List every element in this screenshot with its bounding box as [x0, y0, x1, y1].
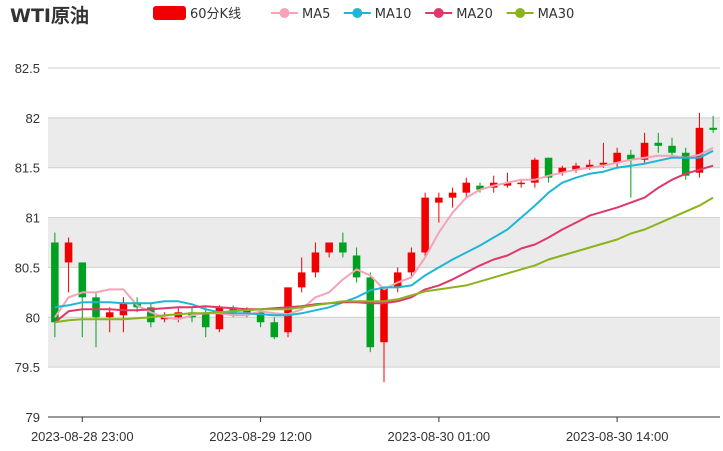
legend-label: MA10 [375, 7, 412, 22]
x-axis: 2023-08-28 23:00 2023-08-29 12:00 2023-08-… [31, 416, 720, 444]
candle-body [668, 145, 676, 153]
legend-item[interactable]: 60分K线 [153, 6, 241, 22]
candle-body [435, 197, 443, 203]
y-tick-label: 82 [26, 111, 40, 126]
x-tick-label: 2023-08-30 14:00 [566, 429, 669, 444]
candle-body [421, 197, 429, 253]
candle-body [393, 272, 402, 288]
chart-title: WTI原油 [10, 5, 89, 27]
legend-item[interactable]: MA10 [343, 7, 412, 22]
x-tick-label: 2023-08-30 01:00 [388, 429, 491, 444]
legend-swatch-dot [352, 8, 363, 18]
legend-swatch-dot [515, 8, 526, 18]
candle-body [407, 252, 416, 273]
candle-body [517, 182, 525, 185]
candle [421, 192, 429, 258]
candle-body [352, 255, 361, 278]
y-tick-label: 79 [26, 410, 40, 425]
legend-swatch-dot [433, 8, 444, 18]
candle-body [64, 242, 73, 263]
candle-body [92, 297, 100, 318]
candlestick-chart: 79 79.5 80 80.5 81 81.5 82 82.5 2023-08-28 23:0… [10, 5, 720, 444]
candle-body [709, 127, 717, 130]
candle [366, 272, 375, 353]
grid-band [48, 167, 720, 218]
candle-body [297, 272, 306, 288]
candle-body [380, 287, 388, 343]
grid-band [48, 217, 720, 268]
legend-label: 60分K线 [190, 7, 241, 22]
y-axis: 79 79.5 80 80.5 81 81.5 82 82.5 [15, 61, 40, 425]
legend[interactable]: 60分K线 MA5 MA10 MA20 MA30 [153, 6, 574, 22]
candle-body [339, 242, 347, 253]
candle-body [270, 322, 279, 338]
legend-label: MA5 [302, 7, 330, 22]
candle-body [448, 192, 457, 198]
candle-body [105, 312, 114, 318]
candle-body [51, 242, 59, 323]
legend-item[interactable]: MA20 [425, 7, 493, 22]
legend-item[interactable]: MA5 [271, 7, 330, 22]
candle [215, 305, 224, 333]
y-tick-label: 79.5 [15, 360, 40, 375]
legend-label: MA20 [456, 7, 493, 22]
candle-body [325, 242, 333, 253]
legend-item[interactable]: MA30 [506, 7, 575, 22]
legend-label: MA30 [538, 7, 575, 22]
grid-band [48, 68, 720, 118]
candle-body [654, 142, 663, 146]
x-tick-label: 2023-08-28 23:00 [31, 429, 134, 444]
candle-body [462, 182, 471, 193]
y-tick-label: 80.5 [15, 260, 40, 275]
candle-body [695, 127, 704, 173]
y-tick-label: 81 [26, 211, 40, 226]
legend-swatch-dot [279, 8, 290, 18]
y-tick-label: 80 [26, 310, 40, 325]
legend-swatch [153, 6, 186, 20]
y-tick-label: 82.5 [15, 61, 40, 76]
candle-body [366, 277, 375, 348]
y-tick-label: 81.5 [15, 161, 40, 176]
x-tick-label: 2023-08-29 12:00 [209, 429, 312, 444]
candle-body [311, 252, 320, 273]
candle-body [215, 307, 224, 330]
